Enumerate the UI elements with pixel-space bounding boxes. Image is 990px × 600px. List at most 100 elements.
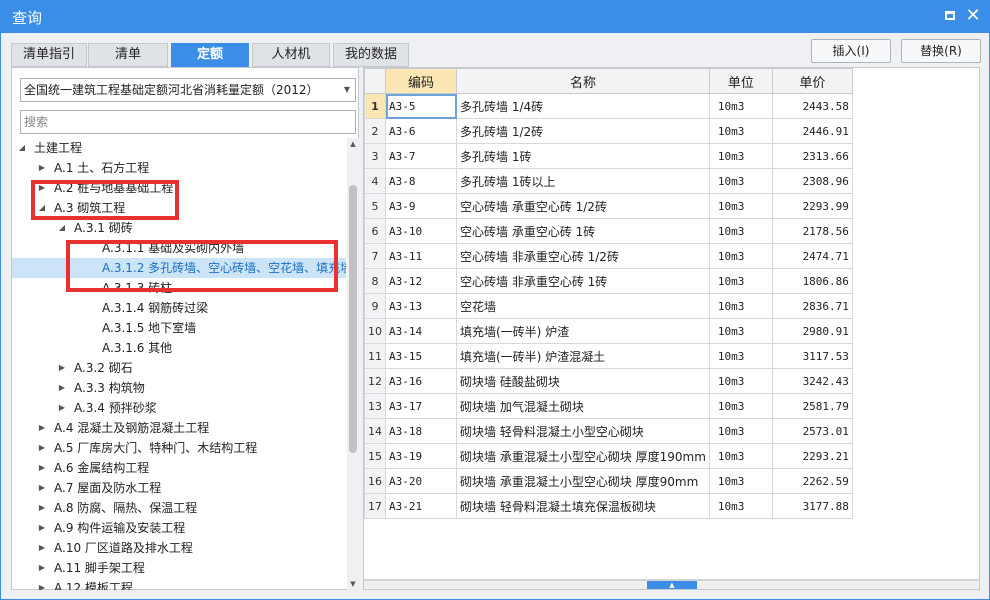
tree-item[interactable]: A.3.1.3 砖柱 bbox=[12, 278, 346, 298]
price-cell[interactable]: 2308.96 bbox=[771, 168, 853, 194]
tree-item[interactable]: A.3.1.6 其他 bbox=[12, 338, 346, 358]
table-row[interactable]: 11 A3-15 填充墙(一砖半) 炉渣混凝土 10m3 3117.53 bbox=[364, 343, 853, 369]
name-cell[interactable]: 多孔砖墙 1砖 bbox=[456, 143, 710, 169]
code-cell[interactable]: A3-16 bbox=[385, 368, 457, 394]
code-cell[interactable]: A3-11 bbox=[385, 243, 457, 269]
unit-cell[interactable]: 10m3 bbox=[708, 443, 773, 469]
unit-cell[interactable]: 10m3 bbox=[708, 143, 773, 169]
code-cell[interactable]: A3-21 bbox=[385, 493, 457, 519]
scrollbar-thumb[interactable] bbox=[349, 185, 357, 453]
row-number[interactable]: 3 bbox=[364, 143, 386, 169]
expand-icon[interactable]: ▶ bbox=[36, 438, 48, 458]
unit-cell[interactable]: 10m3 bbox=[708, 468, 773, 494]
code-cell[interactable]: A3-7 bbox=[385, 143, 457, 169]
unit-cell[interactable]: 10m3 bbox=[708, 343, 773, 369]
tree-item[interactable]: ▶ A.12 模板工程 bbox=[12, 578, 346, 590]
expand-icon[interactable]: ▶ bbox=[36, 418, 48, 438]
name-cell[interactable]: 多孔砖墙 1砖以上 bbox=[456, 168, 710, 194]
name-cell[interactable]: 砌块墙 加气混凝土砌块 bbox=[456, 393, 710, 419]
table-row[interactable]: 8 A3-12 空心砖墙 非承重空心砖 1砖 10m3 1806.86 bbox=[364, 268, 853, 294]
price-cell[interactable]: 3117.53 bbox=[771, 343, 853, 369]
table-row[interactable]: 2 A3-6 多孔砖墙 1/2砖 10m3 2446.91 bbox=[364, 118, 853, 144]
row-number[interactable]: 1 bbox=[364, 93, 386, 119]
unit-cell[interactable]: 10m3 bbox=[708, 318, 773, 344]
price-cell[interactable]: 2980.91 bbox=[771, 318, 853, 344]
table-row[interactable]: 3 A3-7 多孔砖墙 1砖 10m3 2313.66 bbox=[364, 143, 853, 169]
expand-icon[interactable]: ▶ bbox=[36, 158, 48, 178]
tab-my-data[interactable]: 我的数据 bbox=[333, 43, 409, 67]
tree-item[interactable]: ◢ 土建工程 bbox=[12, 138, 346, 158]
price-cell[interactable]: 3177.88 bbox=[771, 493, 853, 519]
row-number[interactable]: 2 bbox=[364, 118, 386, 144]
name-cell[interactable]: 多孔砖墙 1/2砖 bbox=[456, 118, 710, 144]
unit-cell[interactable]: 10m3 bbox=[708, 268, 773, 294]
tree-item[interactable]: ▶ A.9 构件运输及安装工程 bbox=[12, 518, 346, 538]
tab-labor-material-machine[interactable]: 人材机 bbox=[252, 43, 330, 67]
search-input[interactable] bbox=[20, 110, 356, 134]
tree-item[interactable]: ▶ A.4 混凝土及钢筋混凝土工程 bbox=[12, 418, 346, 438]
row-number[interactable]: 17 bbox=[364, 493, 386, 519]
price-cell[interactable]: 3242.43 bbox=[771, 368, 853, 394]
table-row[interactable]: 12 A3-16 砌块墙 硅酸盐砌块 10m3 3242.43 bbox=[364, 368, 853, 394]
table-row[interactable]: 7 A3-11 空心砖墙 非承重空心砖 1/2砖 10m3 2474.71 bbox=[364, 243, 853, 269]
price-cell[interactable]: 2262.59 bbox=[771, 468, 853, 494]
table-row[interactable]: 15 A3-19 砌块墙 承重混凝土小型空心砌块 厚度190mm 10m3 2293.2… bbox=[364, 443, 853, 469]
close-icon[interactable]: ✕ bbox=[963, 6, 983, 26]
tree-item[interactable]: A.3.1.5 地下室墙 bbox=[12, 318, 346, 338]
price-cell[interactable]: 2178.56 bbox=[771, 218, 853, 244]
row-number[interactable]: 5 bbox=[364, 193, 386, 219]
table-row[interactable]: 5 A3-9 空心砖墙 承重空心砖 1/2砖 10m3 2293.99 bbox=[364, 193, 853, 219]
price-cell[interactable]: 2581.79 bbox=[771, 393, 853, 419]
tab-quota[interactable]: 定额 bbox=[171, 43, 249, 67]
expand-icon[interactable]: ▶ bbox=[56, 398, 68, 418]
row-number[interactable]: 13 bbox=[364, 393, 386, 419]
chevron-down-icon[interactable]: ▼ bbox=[344, 79, 350, 101]
row-number[interactable]: 10 bbox=[364, 318, 386, 344]
code-cell[interactable]: A3-9 bbox=[385, 193, 457, 219]
row-number[interactable]: 4 bbox=[364, 168, 386, 194]
tree-item[interactable]: A.3.1.1 基础及实砌内外墙 bbox=[12, 238, 346, 258]
tab-bill[interactable]: 清单 bbox=[88, 43, 168, 67]
unit-cell[interactable]: 10m3 bbox=[708, 243, 773, 269]
row-number[interactable]: 7 bbox=[364, 243, 386, 269]
expand-icon[interactable]: ▶ bbox=[56, 358, 68, 378]
row-number[interactable]: 16 bbox=[364, 468, 386, 494]
tree-item[interactable]: A.3.1.2 多孔砖墙、空心砖墙、空花墙、填充墙 bbox=[12, 258, 346, 278]
expand-icon[interactable]: ▶ bbox=[36, 478, 48, 498]
unit-cell[interactable]: 10m3 bbox=[708, 168, 773, 194]
price-cell[interactable]: 2836.71 bbox=[771, 293, 853, 319]
insert-button[interactable]: 插入(I) bbox=[811, 39, 891, 63]
table-row[interactable]: 17 A3-21 砌块墙 轻骨料混凝土填充保温板砌块 10m3 3177.88 bbox=[364, 493, 853, 519]
table-row[interactable]: 16 A3-20 砌块墙 承重混凝土小型空心砌块 厚度90mm 10m3 2262.59 bbox=[364, 468, 853, 494]
column-header-price[interactable]: 单价 bbox=[771, 68, 853, 94]
splitter-up-icon[interactable]: ▲ bbox=[647, 581, 697, 589]
code-cell[interactable]: A3-20 bbox=[385, 468, 457, 494]
tree-item[interactable]: ▶ A.8 防腐、隔热、保温工程 bbox=[12, 498, 346, 518]
code-cell[interactable]: A3-17 bbox=[385, 393, 457, 419]
unit-cell[interactable]: 10m3 bbox=[708, 193, 773, 219]
table-row[interactable]: 10 A3-14 填充墙(一砖半) 炉渣 10m3 2980.91 bbox=[364, 318, 853, 344]
collapse-icon[interactable]: ◢ bbox=[36, 198, 48, 218]
expand-icon[interactable]: ▶ bbox=[36, 558, 48, 578]
row-number[interactable]: 15 bbox=[364, 443, 386, 469]
table-row[interactable]: 6 A3-10 空心砖墙 承重空心砖 1砖 10m3 2178.56 bbox=[364, 218, 853, 244]
code-cell[interactable]: A3-5 bbox=[385, 93, 457, 119]
row-number[interactable]: 8 bbox=[364, 268, 386, 294]
name-cell[interactable]: 空心砖墙 承重空心砖 1/2砖 bbox=[456, 193, 710, 219]
unit-cell[interactable]: 10m3 bbox=[708, 218, 773, 244]
tree-item[interactable]: ▶ A.1 土、石方工程 bbox=[12, 158, 346, 178]
unit-cell[interactable]: 10m3 bbox=[708, 93, 773, 119]
price-cell[interactable]: 2443.58 bbox=[771, 93, 853, 119]
row-number[interactable]: 12 bbox=[364, 368, 386, 394]
tree-item[interactable]: ▶ A.2 桩与地基基础工程 bbox=[12, 178, 346, 198]
name-cell[interactable]: 空心砖墙 承重空心砖 1砖 bbox=[456, 218, 710, 244]
price-cell[interactable]: 2573.01 bbox=[771, 418, 853, 444]
name-cell[interactable]: 砌块墙 轻骨料混凝土填充保温板砌块 bbox=[456, 493, 710, 519]
tree-item[interactable]: ▶ A.3.3 构筑物 bbox=[12, 378, 346, 398]
table-row[interactable]: 9 A3-13 空花墙 10m3 2836.71 bbox=[364, 293, 853, 319]
unit-cell[interactable]: 10m3 bbox=[708, 293, 773, 319]
code-cell[interactable]: A3-15 bbox=[385, 343, 457, 369]
code-cell[interactable]: A3-18 bbox=[385, 418, 457, 444]
tree-item[interactable]: ◢ A.3.1 砌砖 bbox=[12, 218, 346, 238]
name-cell[interactable]: 砌块墙 承重混凝土小型空心砌块 厚度190mm bbox=[456, 443, 710, 469]
